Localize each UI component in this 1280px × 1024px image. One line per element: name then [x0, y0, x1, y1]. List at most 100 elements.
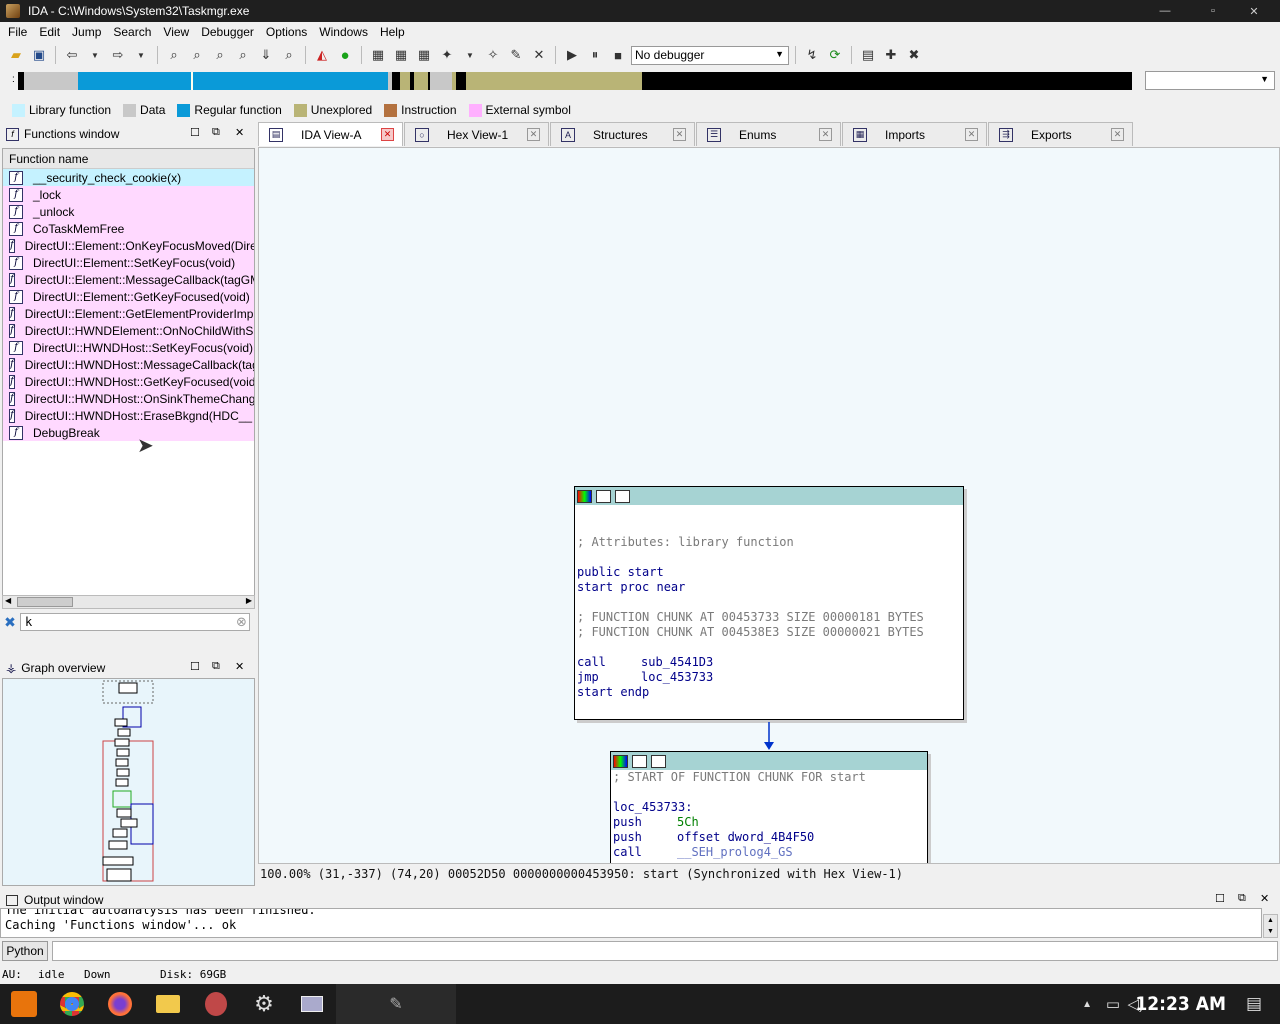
function-row[interactable]: f CoTaskMemFree	[3, 220, 254, 237]
functions-horizontal-scrollbar[interactable]: ◀ ▶	[2, 595, 255, 609]
clear-filter-icon[interactable]: ✖	[0, 614, 20, 631]
python-command-input[interactable]	[52, 941, 1278, 961]
find-icon[interactable]: ⌕	[279, 45, 299, 65]
start-debugger-icon[interactable]: ▶	[562, 45, 582, 65]
add-icon[interactable]: ▼	[460, 45, 480, 65]
back-dropdown-icon[interactable]: ▼	[85, 45, 105, 65]
close-tab-icon[interactable]: ✕	[1111, 128, 1124, 141]
panel-float-icon[interactable]: ⧉	[212, 126, 220, 139]
asm-line[interactable]: push 5Ch	[611, 815, 927, 830]
close-tab-icon[interactable]: ✕	[527, 128, 540, 141]
node-color-icon[interactable]	[577, 489, 592, 503]
asm-line[interactable]: call sub_4541D3	[575, 655, 963, 670]
panel-close-icon[interactable]: ✕	[1260, 892, 1269, 905]
rename-icon[interactable]: ✧	[483, 45, 503, 65]
debugger-select[interactable]: No debugger ▼	[631, 45, 789, 65]
panel-maximize-icon[interactable]: ☐	[190, 660, 200, 673]
start-button[interactable]	[0, 984, 48, 1024]
refresh-icon[interactable]: ⟳	[825, 45, 845, 65]
add-struct-icon[interactable]: ✦	[437, 45, 457, 65]
menu-search[interactable]: Search	[107, 25, 157, 39]
delete-breakpoint-icon[interactable]: ✖	[904, 45, 924, 65]
column-header-function-name[interactable]: Function name	[3, 149, 254, 169]
asm-line[interactable]: jmp loc_453733	[575, 670, 963, 685]
function-row[interactable]: f DirectUI::Element::OnKeyFocusMoved(Dire…	[3, 237, 254, 254]
close-window-button[interactable]: ✕	[1234, 0, 1274, 22]
menu-file[interactable]: File	[2, 25, 33, 39]
function-row[interactable]: f _lock	[3, 186, 254, 203]
asm-line[interactable]: start proc near	[575, 580, 963, 595]
python-button[interactable]: Python	[2, 941, 48, 961]
green-circle-icon[interactable]: ●	[335, 45, 355, 65]
scroll-left-icon[interactable]: ◀	[5, 596, 11, 605]
node-group-icon[interactable]	[615, 489, 630, 503]
node-group-icon[interactable]	[651, 754, 666, 768]
asm-line[interactable]: start endp	[575, 685, 963, 700]
panel-close-icon[interactable]: ✕	[235, 126, 244, 139]
breakpoints-icon[interactable]: ▤	[858, 45, 878, 65]
graph-mode-icon[interactable]: ◭	[312, 45, 332, 65]
forward-dropdown-icon[interactable]: ▼	[131, 45, 151, 65]
node-rename-icon[interactable]	[596, 489, 611, 503]
function-filter-input[interactable]	[20, 613, 250, 631]
file-explorer-icon[interactable]	[144, 984, 192, 1024]
panel-float-icon[interactable]: ⧉	[1238, 892, 1246, 905]
binary-search-icon[interactable]: ⌕	[164, 45, 184, 65]
stop-icon[interactable]: ■	[608, 45, 628, 65]
menu-help[interactable]: Help	[374, 25, 411, 39]
function-row[interactable]: fDirectUI::HWNDHost::MessageCallback(tag…	[3, 356, 254, 373]
network-icon[interactable]: ▭	[1106, 995, 1120, 1013]
pause-icon[interactable]: ⏸	[585, 45, 605, 65]
segment-select[interactable]: ▼	[1145, 71, 1275, 90]
minimize-button[interactable]: ―	[1145, 0, 1185, 22]
photos-icon[interactable]	[192, 984, 240, 1024]
asm-line[interactable]: call __SEH_prolog4_GS	[611, 845, 927, 860]
function-row[interactable]: fDirectUI::HWNDHost::OnSinkThemeChanged(…	[3, 390, 254, 407]
action-center-icon[interactable]: ▤	[1246, 994, 1262, 1014]
edit-icon[interactable]: ✎	[506, 45, 526, 65]
node-color-icon[interactable]	[613, 754, 628, 768]
asm-label[interactable]: loc_453733:	[611, 800, 927, 815]
menu-view[interactable]: View	[157, 25, 195, 39]
asm-line[interactable]: push offset dword_4B4F50	[611, 830, 927, 845]
firefox-icon[interactable]	[96, 984, 144, 1024]
chrome-icon[interactable]	[48, 984, 96, 1024]
function-row[interactable]: f __security_check_cookie(x)	[3, 169, 254, 186]
open-icon[interactable]: ▰	[6, 45, 26, 65]
add-breakpoint-icon[interactable]: ✚	[881, 45, 901, 65]
tab-ida-view-a[interactable]: ▤ IDA View-A ✕	[258, 122, 403, 146]
close-tab-icon[interactable]: ✕	[819, 128, 832, 141]
close-tab-icon[interactable]: ✕	[381, 128, 394, 141]
tab-structures[interactable]: A Structures ✕	[550, 122, 695, 146]
function-row[interactable]: fDirectUI::HWNDElement::OnNoChildWithSho…	[3, 322, 254, 339]
node-rename-icon[interactable]	[632, 754, 647, 768]
menu-options[interactable]: Options	[260, 25, 313, 39]
taskbar-clock[interactable]: 12:23 AM	[1135, 984, 1226, 1024]
output-vertical-scrollbar[interactable]: ▲ ▼	[1263, 914, 1278, 938]
function-row[interactable]: f DirectUI::Element::MessageCallback(tagG…	[3, 271, 254, 288]
menu-windows[interactable]: Windows	[313, 25, 374, 39]
graph-node-start[interactable]: ; Attributes: library function public st…	[574, 486, 964, 720]
undefine-icon[interactable]: ✕	[529, 45, 549, 65]
settings-gear-icon[interactable]: ⚙	[240, 984, 288, 1024]
make-code-icon[interactable]: ▦	[368, 45, 388, 65]
scrollbar-thumb[interactable]	[17, 597, 73, 607]
navigation-band[interactable]	[18, 72, 1132, 90]
function-row[interactable]: f DirectUI::HWNDHost::GetKeyFocused(void)	[3, 373, 254, 390]
search-next-icon[interactable]: ⌕	[210, 45, 230, 65]
code-search-icon[interactable]: ⌕	[233, 45, 253, 65]
function-row[interactable]: f DirectUI::Element::GetElementProviderIm…	[3, 305, 254, 322]
function-row[interactable]: f DirectUI::HWNDHost::SetKeyFocus(void)	[3, 339, 254, 356]
tab-enums[interactable]: ☰ Enums ✕	[696, 122, 841, 146]
function-row[interactable]: f DirectUI::Element::GetKeyFocused(void)	[3, 288, 254, 305]
close-tab-icon[interactable]: ✕	[965, 128, 978, 141]
output-log[interactable]: The initial autoanalysis has been finish…	[0, 908, 1262, 938]
tab-hex-view-1[interactable]: ○ Hex View-1 ✕	[404, 122, 549, 146]
clear-input-icon[interactable]: ⊗	[236, 614, 247, 630]
maximize-button[interactable]: ▫	[1193, 0, 1233, 22]
ida-taskbar-icon[interactable]: ✎	[336, 984, 456, 1024]
ida-graph-view[interactable]: ; Attributes: library function public st…	[258, 147, 1280, 864]
tab-imports[interactable]: ▦ Imports ✕	[842, 122, 987, 146]
menu-edit[interactable]: Edit	[33, 25, 66, 39]
graph-node-loc-453733[interactable]: ; START OF FUNCTION CHUNK FOR start loc_…	[610, 751, 928, 863]
